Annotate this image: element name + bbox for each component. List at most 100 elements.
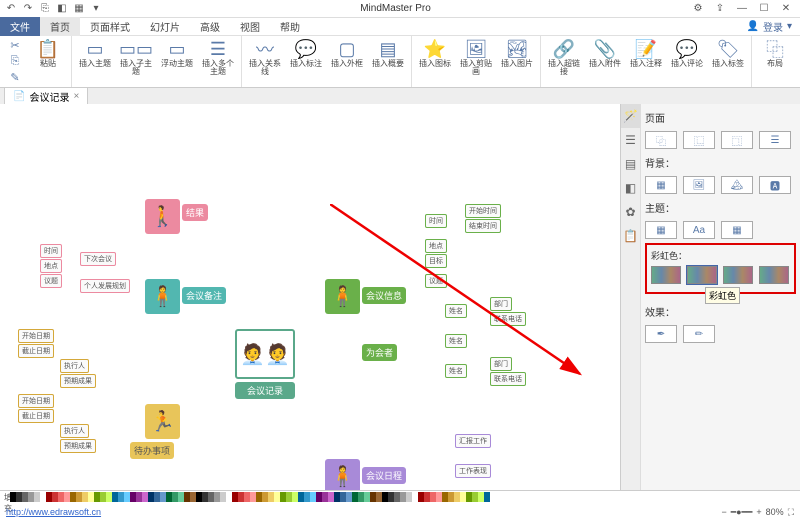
- floating-topic-button[interactable]: ▭浮动主题: [158, 38, 196, 68]
- rainbow-1[interactable]: [651, 266, 681, 284]
- share-icon[interactable]: ⇪: [710, 3, 730, 14]
- zoom-in-icon[interactable]: +: [756, 507, 761, 517]
- qat-more[interactable]: ▾: [89, 2, 103, 16]
- tag-button[interactable]: 🏷插入标签: [709, 38, 747, 68]
- effect-thumb-2[interactable]: ✏: [683, 325, 715, 343]
- annotation-arrow: [330, 204, 590, 384]
- leaf-start1[interactable]: 开始日期: [18, 329, 54, 343]
- bg-thumb-4[interactable]: 🅰: [759, 176, 791, 194]
- document-tab[interactable]: 📄 会议记录 ×: [4, 87, 88, 105]
- copy-icon[interactable]: ⎘: [4, 54, 26, 68]
- leaf-owner1[interactable]: 执行人: [60, 359, 89, 373]
- canvas[interactable]: 🧑‍💼🧑‍💼 会议记录 🚶 结果 时间 地点 议题 下次会议 个人发展规划 🧍 …: [0, 104, 620, 490]
- bg-thumb-2[interactable]: 🖼: [683, 176, 715, 194]
- node-action[interactable]: 待办事项: [130, 442, 174, 459]
- node-result[interactable]: 结果: [182, 204, 208, 221]
- icon-notes[interactable]: 🧍: [145, 279, 180, 314]
- maximize-icon[interactable]: ☐: [754, 3, 774, 14]
- fit-icon[interactable]: ⛶: [788, 507, 794, 518]
- leaf-owner2[interactable]: 执行人: [60, 424, 89, 438]
- tab-view[interactable]: 视图: [230, 17, 270, 36]
- rail-style-icon[interactable]: ▤: [621, 152, 640, 176]
- leaf-start2[interactable]: 开始日期: [18, 394, 54, 408]
- leaf-perf[interactable]: 工作表现: [455, 464, 491, 478]
- theme-thumb-2[interactable]: Aa: [683, 221, 715, 239]
- layout-button[interactable]: ⿻布局: [756, 38, 794, 68]
- tab-home[interactable]: 首页: [40, 17, 80, 36]
- tab-advanced[interactable]: 高级: [190, 17, 230, 36]
- leaf-plan[interactable]: 个人发展规划: [80, 279, 130, 293]
- layout-thumb-2[interactable]: ⿺: [683, 131, 715, 149]
- leaf-report[interactable]: 汇报工作: [455, 434, 491, 448]
- bg-thumb-1[interactable]: ▦: [645, 176, 677, 194]
- insert-subtopic-button[interactable]: ▭▭插入子主题: [117, 38, 155, 76]
- zoom-slider[interactable]: ━●━━: [731, 507, 753, 518]
- format-icon[interactable]: ✎: [4, 70, 26, 84]
- qat-redo[interactable]: ↷: [21, 2, 35, 16]
- color-palette[interactable]: 填充: [0, 491, 800, 505]
- hyperlink-button[interactable]: 🔗插入超链接: [545, 38, 583, 76]
- image-button[interactable]: 🏞插入图片: [498, 38, 536, 68]
- close-icon[interactable]: ✕: [776, 3, 796, 14]
- clipart-button[interactable]: 🖼插入剪贴画: [457, 38, 495, 76]
- rail-clip-icon[interactable]: ✿: [621, 200, 640, 224]
- theme-thumb-1[interactable]: ▦: [645, 221, 677, 239]
- theme-thumb-3[interactable]: ▦: [721, 221, 753, 239]
- leaf-out2[interactable]: 预期成果: [60, 439, 96, 453]
- boundary-button[interactable]: ▢插入外框: [328, 38, 366, 68]
- tab-help[interactable]: 帮助: [270, 17, 310, 36]
- rail-list-icon[interactable]: ☰: [621, 128, 640, 152]
- insert-multi-button[interactable]: ☰插入多个主题: [199, 38, 237, 76]
- leaf-end2[interactable]: 截止日期: [18, 409, 54, 423]
- tab-slides[interactable]: 幻灯片: [140, 17, 190, 36]
- tab-pagestyle[interactable]: 页面样式: [80, 17, 140, 36]
- leaf-end1[interactable]: 截止日期: [18, 344, 54, 358]
- icon-agenda[interactable]: 🧍: [325, 459, 360, 490]
- center-icon[interactable]: 🧑‍💼🧑‍💼: [235, 329, 295, 379]
- layout-thumb-1[interactable]: ⿻: [645, 131, 677, 149]
- summary-button[interactable]: ▤插入概要: [369, 38, 407, 68]
- layout-thumb-3[interactable]: ⿹: [721, 131, 753, 149]
- minimize-icon[interactable]: —: [732, 3, 752, 14]
- rail-wand-icon[interactable]: 🪄: [621, 104, 640, 128]
- login-button[interactable]: 👤登录▾: [739, 19, 800, 34]
- icon-action[interactable]: 🏃: [145, 404, 180, 439]
- rail-icons-icon[interactable]: ◧: [621, 176, 640, 200]
- qat-save[interactable]: ⎘: [38, 2, 52, 16]
- cut-icon[interactable]: ✂: [4, 38, 26, 52]
- rainbow-tooltip: 彩虹色: [705, 287, 740, 304]
- rainbow-4[interactable]: [759, 266, 789, 284]
- effect-thumb-1[interactable]: ✒: [645, 325, 677, 343]
- rainbow-2[interactable]: [687, 266, 717, 284]
- node-agenda[interactable]: 会议日程: [362, 467, 406, 484]
- file-menu[interactable]: 文件: [0, 17, 40, 36]
- settings-icon[interactable]: ⚙: [688, 3, 708, 14]
- qat-grid[interactable]: ▦: [72, 2, 86, 16]
- attach-button[interactable]: 📎插入附件: [586, 38, 624, 68]
- node-notes[interactable]: 会议备注: [182, 287, 226, 304]
- note-button[interactable]: 📝插入注释: [627, 38, 665, 68]
- leaf-time[interactable]: 时间: [40, 244, 62, 258]
- insert-topic-button[interactable]: ▭插入主题: [76, 38, 114, 68]
- callout-button[interactable]: 💬插入标注: [287, 38, 325, 68]
- leaf-loc[interactable]: 地点: [40, 259, 62, 273]
- relation-button[interactable]: 〰插入关系线: [246, 38, 284, 76]
- paste-button[interactable]: 📋粘贴: [29, 38, 67, 68]
- rainbow-3[interactable]: [723, 266, 753, 284]
- zoom-out-icon[interactable]: −: [721, 507, 726, 517]
- center-node[interactable]: 会议记录: [235, 382, 295, 399]
- leaf-out1[interactable]: 预期成果: [60, 374, 96, 388]
- qat-print[interactable]: ◧: [55, 2, 69, 16]
- swatch[interactable]: [484, 492, 490, 502]
- leaf-next[interactable]: 下次会议: [80, 252, 116, 266]
- layout-thumb-4[interactable]: ☰: [759, 131, 791, 149]
- leaf-topic[interactable]: 议题: [40, 274, 62, 288]
- comment-button[interactable]: 💬插入评论: [668, 38, 706, 68]
- qat-undo[interactable]: ↶: [4, 2, 18, 16]
- status-link[interactable]: http://www.edrawsoft.cn: [6, 507, 101, 517]
- close-tab-icon[interactable]: ×: [73, 91, 79, 102]
- bg-thumb-3[interactable]: 🏔: [721, 176, 753, 194]
- icon-result[interactable]: 🚶: [145, 199, 180, 234]
- icon-button[interactable]: ⭐插入图标: [416, 38, 454, 68]
- rail-outline-icon[interactable]: 📋: [621, 224, 640, 248]
